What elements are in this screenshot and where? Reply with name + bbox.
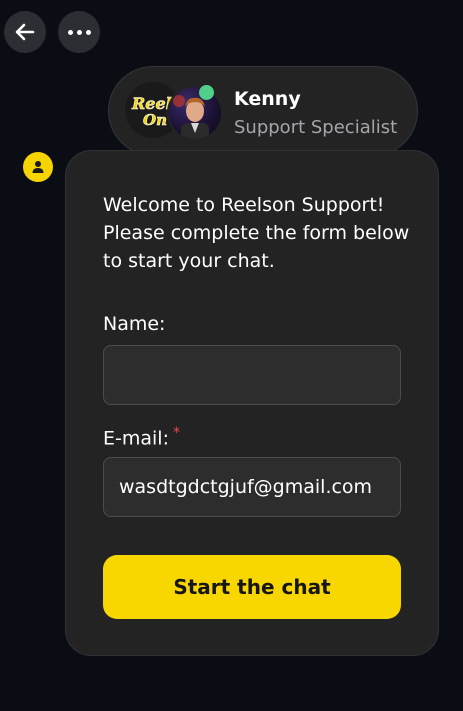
name-input[interactable] (103, 345, 401, 405)
agent-header-card: Reels On Kenny Support Specialist (108, 66, 418, 156)
svg-text:On: On (143, 111, 167, 129)
start-chat-button[interactable]: Start the chat (103, 555, 401, 619)
agent-name: Kenny (234, 88, 301, 110)
pre-chat-form-card: Welcome to Reelson Support! Please compl… (65, 150, 439, 656)
agent-avatar (167, 85, 223, 141)
more-options-button[interactable] (58, 11, 100, 53)
welcome-message: Welcome to Reelson Support! Please compl… (103, 194, 410, 272)
name-label: Name: (103, 313, 166, 335)
arrow-left-icon (15, 23, 35, 41)
email-input[interactable] (103, 457, 401, 517)
online-status-dot (199, 85, 214, 100)
agent-role: Support Specialist (234, 117, 398, 138)
email-label: E-mail: * (103, 425, 180, 450)
required-marker: * (172, 425, 180, 441)
more-horizontal-icon (67, 29, 91, 35)
user-icon (23, 152, 53, 182)
back-button[interactable] (4, 11, 46, 53)
